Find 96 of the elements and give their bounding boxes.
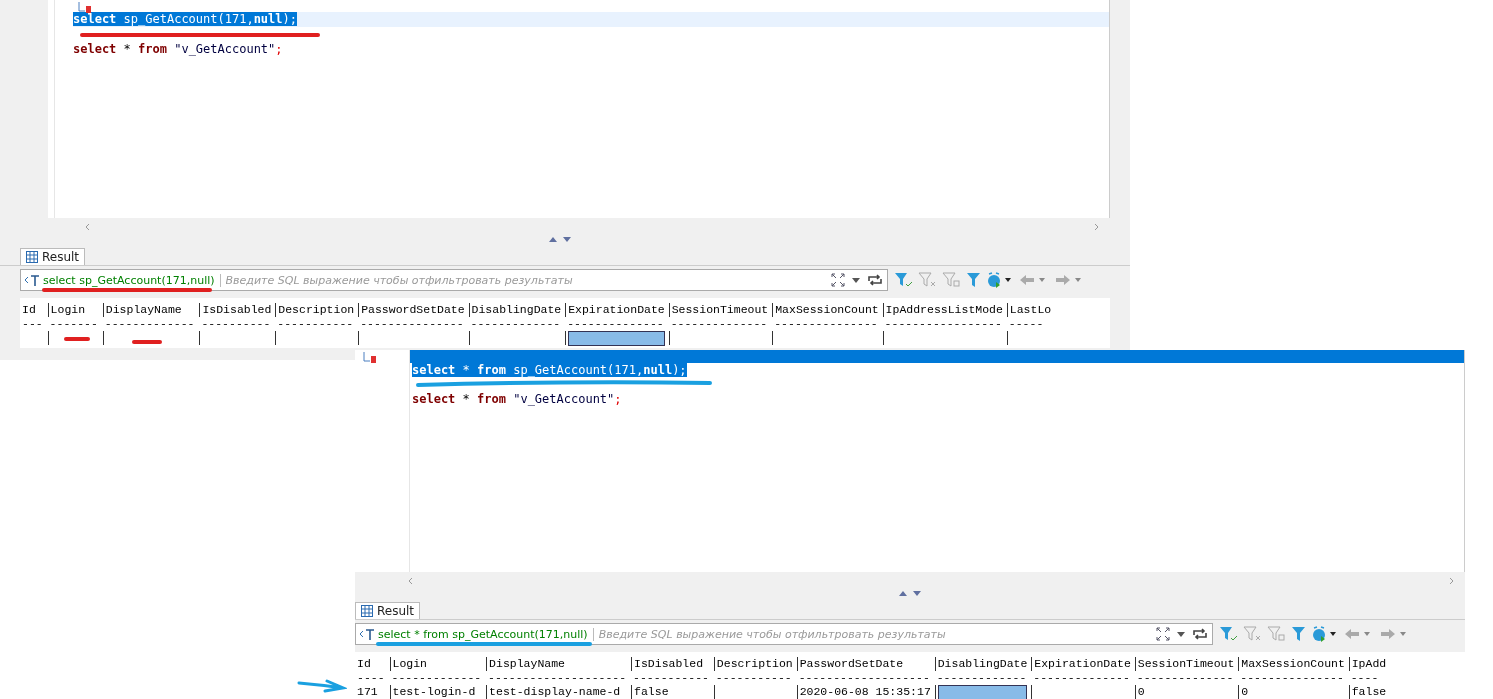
column-rule: ---------- — [201, 317, 271, 331]
table-cell[interactable]: 0 — [1137, 685, 1145, 698]
annotation-arrow — [297, 679, 347, 693]
column-rule: -------------- — [1033, 671, 1130, 685]
column-header: IsDisabled — [202, 303, 272, 317]
filter-field[interactable]: select sp_GetAccount(171,null) Введите SQL выражение чтобы отфильтровать результаты — [20, 269, 888, 291]
filter-field[interactable]: select * from sp_GetAccount(171,null) Введите SQL выражение чтобы отфильтровать результаты — [355, 623, 1213, 645]
table-cell[interactable]: 2020-06-08 15:35:17 — [799, 685, 931, 698]
column-header: DisablingDate — [937, 657, 1028, 671]
column-header: PasswordSetDate — [361, 303, 465, 317]
filter-clear-icon[interactable] — [918, 272, 938, 288]
column-rule: ----------------- — [884, 317, 1002, 331]
column-rule: -------------------- — [488, 671, 627, 685]
filter-clear-icon[interactable] — [1243, 626, 1263, 642]
filter-check-icon[interactable] — [1219, 626, 1239, 642]
refresh-icon[interactable] — [1191, 626, 1209, 642]
column-rule: ------------- — [391, 671, 482, 685]
column-rule: --------------- — [360, 317, 464, 331]
refresh-icon[interactable] — [866, 272, 884, 288]
code-line: select * from sp_GetAccount(171,null); — [411, 363, 688, 378]
column-rule: ------------- — [104, 317, 195, 331]
column-rule: ----------- — [715, 671, 792, 685]
filter-history-text[interactable]: select * from sp_GetAccount(171,null) — [378, 627, 594, 641]
column-rule: ---- — [1350, 671, 1379, 685]
column-header: Login — [50, 303, 86, 317]
column-rule: --- — [22, 317, 43, 331]
column-header: ExpirationDate — [568, 303, 665, 317]
column-header: PasswordSetDate — [799, 657, 904, 671]
table-cell[interactable] — [568, 331, 665, 346]
code-line: select * from "v_GetAccount"; — [411, 392, 623, 407]
chevron-right-icon[interactable] — [1092, 222, 1100, 231]
column-header: SessionTimeout — [1137, 657, 1235, 671]
column-header: Id — [357, 657, 371, 671]
annotation-dash — [132, 339, 162, 345]
column-header: MaxSessionCount — [1241, 657, 1345, 671]
filter-check-icon[interactable] — [894, 272, 914, 288]
filter-icon[interactable] — [966, 272, 982, 288]
column-rule: --------------- — [774, 317, 878, 331]
column-header: IpAddressListMode — [885, 303, 1003, 317]
filter-history-text[interactable]: select sp_GetAccount(171,null) — [43, 273, 221, 287]
column-header: IpAdd — [1351, 657, 1387, 671]
filter-save-icon[interactable] — [1267, 626, 1287, 642]
alarm-clock-icon[interactable] — [1311, 626, 1339, 642]
column-rule: ------------- — [936, 671, 1027, 685]
filter-icon[interactable] — [1291, 626, 1307, 642]
filter-input[interactable]: Введите SQL выражение чтобы отфильтровать результаты — [596, 626, 1152, 642]
expand-icon[interactable] — [830, 272, 846, 288]
column-rule: ------------------- — [798, 671, 930, 685]
alarm-clock-icon[interactable] — [986, 272, 1014, 288]
code-line: select * from "v_GetAccount"; — [73, 42, 284, 57]
filter-save-icon[interactable] — [942, 272, 962, 288]
column-header: IsDisabled — [634, 657, 704, 671]
column-rule: ---- — [357, 671, 385, 685]
column-rule: ----- — [1008, 317, 1044, 331]
filter-input[interactable]: Введите SQL выражение чтобы отфильтровать результаты — [223, 272, 827, 288]
table-cell[interactable]: false — [634, 685, 669, 698]
table-cell[interactable]: test-display-name-d — [489, 685, 621, 698]
column-rule: ------- — [49, 317, 98, 331]
column-rule: ----------- — [633, 671, 709, 685]
annotation-dash — [64, 336, 90, 342]
column-header: LastLo — [1009, 303, 1052, 317]
table-grid-icon — [361, 605, 373, 617]
up-down-arrows-icon[interactable] — [898, 589, 922, 597]
column-header: DisablingDate — [471, 303, 562, 317]
column-rule: -------------- — [1136, 671, 1234, 685]
column-rule: ------------- — [470, 317, 561, 331]
column-rule: -------------- — [670, 317, 768, 331]
chevron-right-icon[interactable] — [1447, 576, 1455, 585]
expand-icon[interactable] — [1155, 626, 1171, 642]
column-header: Description — [278, 303, 355, 317]
bracket-marker-icon — [363, 352, 377, 364]
column-rule: -------------- — [567, 317, 664, 331]
table-cell[interactable]: 171 — [357, 685, 378, 698]
table-cell[interactable] — [937, 685, 1028, 699]
table-grid-icon — [26, 251, 38, 263]
column-header: Id — [22, 303, 36, 317]
column-header: DisplayName — [489, 657, 566, 671]
text-filter-icon — [24, 274, 40, 286]
column-rule: ----------- — [277, 317, 354, 331]
chevron-left-icon[interactable] — [407, 576, 415, 585]
column-header: DisplayName — [105, 303, 182, 317]
table-cell[interactable]: 0 — [1241, 685, 1249, 698]
bracket-marker-icon — [78, 2, 92, 14]
column-header: Description — [716, 657, 793, 671]
up-down-arrows-icon[interactable] — [548, 235, 572, 243]
column-rule: --------------- — [1240, 671, 1344, 685]
column-header: Login — [392, 657, 427, 671]
result-tab[interactable]: Result — [355, 602, 421, 619]
result-tab[interactable]: Result — [20, 248, 86, 265]
text-filter-icon — [359, 628, 375, 640]
chevron-left-icon[interactable] — [84, 222, 92, 231]
table-cell[interactable]: false — [1351, 685, 1387, 698]
table-cell[interactable]: test-login-d — [392, 685, 476, 698]
column-header: SessionTimeout — [671, 303, 769, 317]
column-header: MaxSessionCount — [775, 303, 879, 317]
column-header: ExpirationDate — [1034, 657, 1131, 671]
